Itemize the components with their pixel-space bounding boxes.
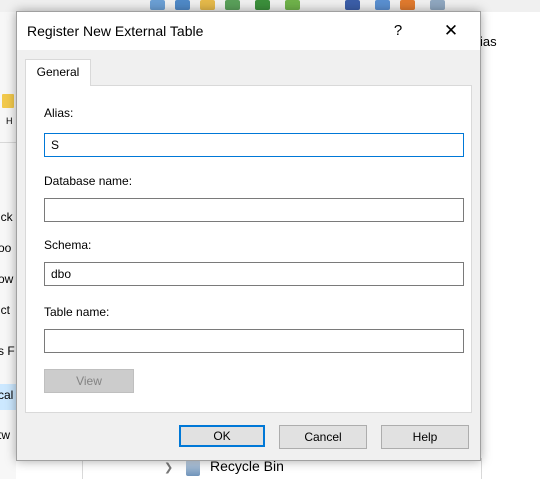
schema-input[interactable] xyxy=(44,262,464,286)
alias-input[interactable] xyxy=(44,133,464,157)
dialog-title: Register New External Table xyxy=(27,23,204,39)
view-button[interactable]: View xyxy=(44,369,134,393)
database-name-label: Database name: xyxy=(44,174,133,188)
toolbar-icon[interactable] xyxy=(345,0,360,10)
side-panel-divider xyxy=(0,142,16,143)
tab-general[interactable]: General xyxy=(25,59,91,86)
toolbar-icon[interactable] xyxy=(225,0,240,10)
table-name-input[interactable] xyxy=(44,329,464,353)
side-panel-item[interactable]: oo xyxy=(0,241,11,255)
register-external-table-dialog: Register New External Table ? ✕ General … xyxy=(16,11,481,461)
toolbar-icon[interactable] xyxy=(255,0,270,10)
toolbar-icon[interactable] xyxy=(285,0,300,10)
cancel-button[interactable]: Cancel xyxy=(279,425,367,449)
toolbar-icon[interactable] xyxy=(375,0,390,10)
side-panel-item[interactable]: tw xyxy=(0,428,10,442)
general-tab-panel: Alias: Database name: Schema: Table name… xyxy=(25,85,472,413)
help-button[interactable]: Help xyxy=(381,425,469,449)
side-panel-item[interactable]: s F xyxy=(0,344,15,358)
folder-icon xyxy=(2,94,14,108)
table-name-label: Table name: xyxy=(44,305,110,319)
side-panel-item[interactable]: ow xyxy=(0,272,13,286)
background-column-header: ias xyxy=(480,34,497,49)
alias-label: Alias: xyxy=(44,106,74,120)
chevron-right-icon[interactable]: ❯ xyxy=(164,461,173,474)
toolbar-icon[interactable] xyxy=(400,0,415,10)
database-name-input[interactable] xyxy=(44,198,464,222)
dialog-titlebar[interactable]: Register New External Table ? ✕ xyxy=(17,12,480,50)
toolbar-icon[interactable] xyxy=(175,0,190,10)
ok-button[interactable]: OK xyxy=(179,425,265,447)
side-panel-label: H xyxy=(6,116,13,126)
side-panel-item[interactable]: ict xyxy=(0,303,10,317)
toolbar-icon[interactable] xyxy=(430,0,445,10)
help-question-icon[interactable]: ? xyxy=(383,16,413,46)
close-icon[interactable]: ✕ xyxy=(433,16,469,46)
side-panel-item[interactable]: cal xyxy=(0,388,13,402)
schema-label: Schema: xyxy=(44,238,92,252)
background-side-panel: H ick oo ow ict s F cal tw xyxy=(0,12,16,479)
toolbar-icon[interactable] xyxy=(200,0,215,10)
side-panel-item[interactable]: ick xyxy=(0,210,13,224)
recycle-bin-icon xyxy=(186,460,200,476)
toolbar-icon[interactable] xyxy=(150,0,165,10)
